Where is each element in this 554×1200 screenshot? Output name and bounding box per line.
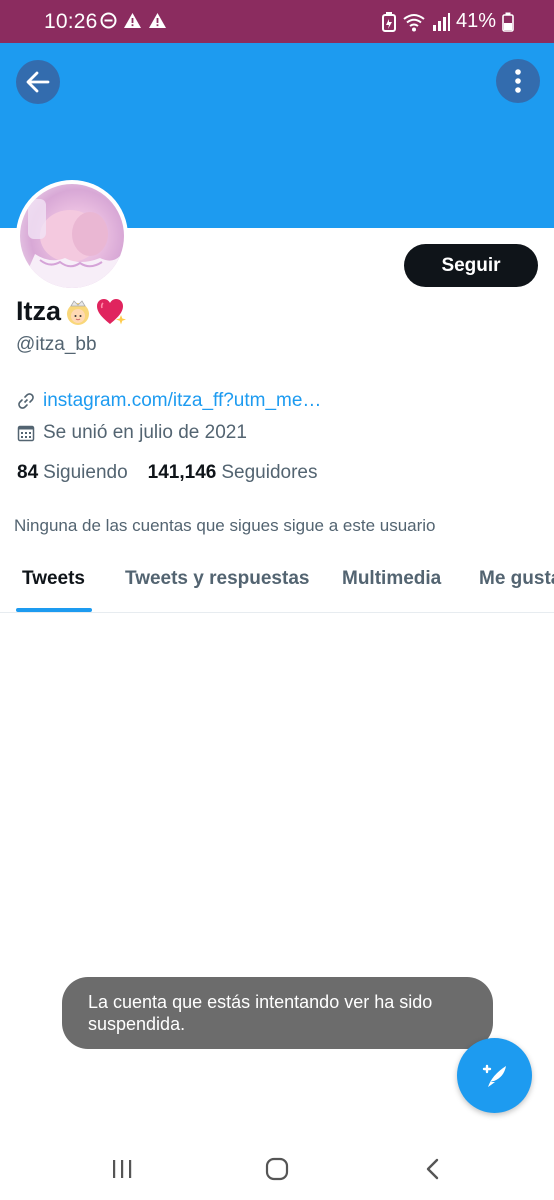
followers-stat[interactable]: 141,146 Seguidores <box>148 462 318 484</box>
status-notification-icons <box>100 12 167 29</box>
following-label: Siguiendo <box>43 462 128 483</box>
profile-handle: @itza_bb <box>16 334 97 355</box>
princess-emoji <box>63 297 93 327</box>
recents-button[interactable] <box>107 1154 137 1184</box>
display-name-text: Itza <box>16 296 62 326</box>
recents-icon <box>113 1160 132 1178</box>
profile-website-link[interactable]: instagram.com/itza_ff?utm_me… <box>43 390 321 412</box>
status-bar: 10:26 41% <box>0 0 554 43</box>
following-stat[interactable]: 84 Siguiendo <box>17 462 128 484</box>
tab-likes[interactable]: Me gusta <box>479 568 554 590</box>
home-button[interactable] <box>262 1154 292 1184</box>
suspended-toast: La cuenta que estás intentando ver ha si… <box>62 977 493 1049</box>
arrow-left-icon <box>26 71 50 93</box>
active-tab-indicator <box>16 608 92 612</box>
warning-icon <box>149 13 166 28</box>
follow-button[interactable]: Seguir <box>404 244 538 287</box>
link-icon <box>18 393 34 409</box>
followers-label: Seguidores <box>221 462 318 483</box>
compose-tweet-button[interactable] <box>457 1038 532 1113</box>
followers-count: 141,146 <box>147 462 217 483</box>
follow-stats: 84 Siguiendo 141,146 Seguidores <box>17 462 317 484</box>
more-vertical-icon <box>515 69 521 93</box>
status-time: 10:26 <box>44 10 98 33</box>
battery-saver-icon <box>381 11 396 32</box>
compose-tweet-icon <box>482 1064 506 1087</box>
following-count: 84 <box>17 462 39 483</box>
profile-tabs: Tweets Tweets y respuestas Multimedia Me… <box>0 558 554 613</box>
sparkling-heart-emoji <box>95 297 127 327</box>
system-navigation-bar <box>0 1140 554 1200</box>
nav-back-button[interactable] <box>418 1154 448 1184</box>
warning-icon <box>124 13 141 28</box>
profile-avatar[interactable] <box>16 180 128 292</box>
more-options-button[interactable] <box>496 59 540 103</box>
nav-back-icon <box>426 1158 439 1180</box>
battery-charging-icon <box>502 12 514 32</box>
battery-percent: 41% <box>455 10 496 32</box>
back-button[interactable] <box>16 60 60 104</box>
tab-media[interactable]: Multimedia <box>342 568 441 590</box>
display-name: Itza <box>16 296 127 327</box>
tab-tweets[interactable]: Tweets <box>22 568 85 590</box>
profile-joined-row: Se unió en julio de 2021 <box>17 422 247 444</box>
mutual-followers-note: Ninguna de las cuentas que sigues sigue … <box>14 516 436 535</box>
wifi-icon <box>403 13 425 31</box>
avatar-image <box>20 184 124 288</box>
tab-tweets-replies[interactable]: Tweets y respuestas <box>125 568 309 590</box>
calendar-icon <box>17 425 35 442</box>
home-icon <box>265 1157 289 1181</box>
do-not-disturb-icon <box>100 12 117 29</box>
status-system-icons: 41% <box>381 10 514 33</box>
profile-joined-text: Se unió en julio de 2021 <box>43 422 247 443</box>
profile-website-row[interactable]: instagram.com/itza_ff?utm_me… <box>17 390 321 412</box>
signal-icon <box>432 12 450 31</box>
